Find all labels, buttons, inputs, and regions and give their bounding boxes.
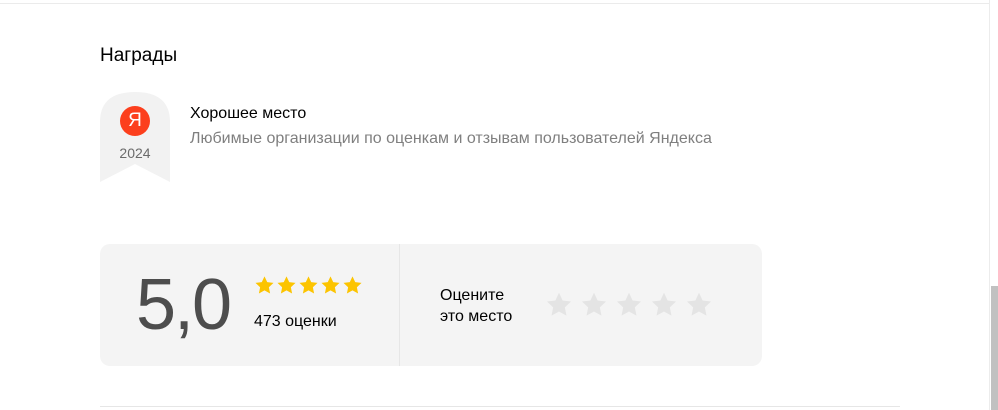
rate-prompt-line-1: Оцените (440, 287, 505, 304)
page: Награды Я 2024 Хорошее место Любимые орг… (0, 0, 998, 410)
star-icon (255, 276, 274, 294)
scrollbar-track[interactable] (989, 0, 998, 410)
award-description: Любимые организации по оценкам и отзывам… (190, 130, 712, 147)
rating-stars (254, 275, 363, 297)
rate-star-icon[interactable] (615, 291, 643, 319)
rate-star-icon[interactable] (580, 291, 608, 319)
star-icon (321, 276, 340, 294)
award-item[interactable]: Я 2024 Хорошее место Любимые организации… (100, 92, 800, 184)
rating-card: 5,0 473 оценки Оцените это место (100, 244, 762, 366)
awards-section-title: Награды (100, 45, 178, 66)
rate-star-icon[interactable] (650, 291, 678, 319)
rating-count[interactable]: 473 оценки (254, 312, 337, 332)
rating-divider (399, 244, 400, 366)
rate-prompt-line-2: это место (440, 308, 513, 325)
rate-star-icon[interactable] (685, 291, 713, 319)
yandex-logo-icon: Я (120, 106, 150, 136)
award-title: Хорошее место (190, 105, 307, 122)
star-icon (343, 276, 362, 294)
rate-prompt: Оцените это место (440, 285, 540, 327)
rate-star-icon[interactable] (545, 291, 573, 319)
user-rating-stars[interactable] (545, 291, 713, 321)
top-divider (0, 3, 990, 4)
star-icon (299, 276, 318, 294)
award-year: 2024 (119, 145, 151, 161)
award-badge: Я 2024 (100, 92, 170, 182)
scrollbar-thumb[interactable] (991, 286, 998, 410)
rating-value: 5,0 (136, 265, 232, 345)
bottom-divider (100, 406, 900, 407)
star-icon (277, 276, 296, 294)
